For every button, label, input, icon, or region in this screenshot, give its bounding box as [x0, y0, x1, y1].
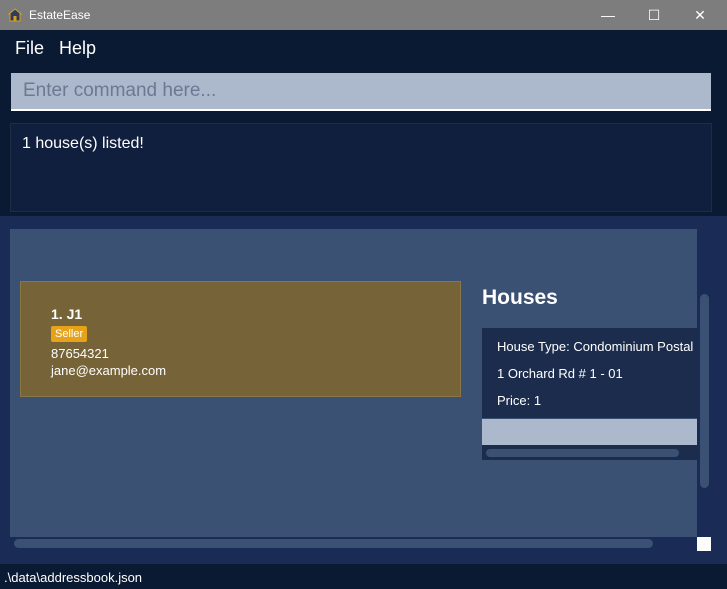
maximize-button[interactable]: ☐	[631, 0, 677, 30]
person-phone: 87654321	[51, 346, 109, 361]
result-message: 1 house(s) listed!	[22, 135, 144, 152]
house-type: House Type: Condominium Postal	[497, 339, 694, 354]
save-location: .\data\addressbook.json	[4, 570, 143, 585]
title-bar: EstateEase — ☐ ✕	[0, 0, 727, 30]
horizontal-scrollbar[interactable]	[14, 539, 653, 548]
minimize-icon: —	[601, 7, 615, 23]
seller-tag: Seller	[51, 326, 88, 342]
house-address: 1 Orchard Rd # 1 - 01	[497, 366, 623, 381]
menu-bar: File Help	[0, 30, 727, 66]
menu-file[interactable]: File	[15, 38, 44, 59]
scroll-corner	[697, 537, 711, 551]
result-box: 1 house(s) listed!	[10, 123, 712, 212]
close-icon: ✕	[694, 7, 706, 23]
person-list-panel: 1. J1 Seller 87654321 jane@example.com H…	[10, 229, 697, 537]
person-card[interactable]: 1. J1 Seller 87654321 jane@example.com	[20, 281, 461, 397]
command-input[interactable]	[11, 73, 711, 111]
maximize-icon: ☐	[647, 7, 661, 23]
result-display: 1 house(s) listed!	[0, 116, 727, 216]
house-price: Price: 1	[497, 393, 542, 408]
house-list-scrollbar[interactable]	[486, 449, 679, 457]
menu-help[interactable]: Help	[59, 38, 96, 59]
vertical-scrollbar[interactable]	[700, 294, 709, 488]
house-icon	[8, 8, 22, 22]
list-area: 1. J1 Seller 87654321 jane@example.com H…	[0, 216, 727, 564]
person-name: 1. J1	[51, 306, 83, 322]
close-button[interactable]: ✕	[677, 0, 723, 30]
command-box	[0, 66, 727, 116]
minimize-button[interactable]: —	[585, 0, 631, 30]
status-bar: .\data\addressbook.json	[0, 564, 727, 589]
house-card[interactable]: House Type: Condominium Postal 1 Orchard…	[482, 328, 697, 418]
window-title: EstateEase	[29, 8, 91, 22]
houses-title: Houses	[482, 286, 558, 309]
person-email: jane@example.com	[51, 363, 167, 378]
house-list-empty-row	[482, 419, 697, 445]
